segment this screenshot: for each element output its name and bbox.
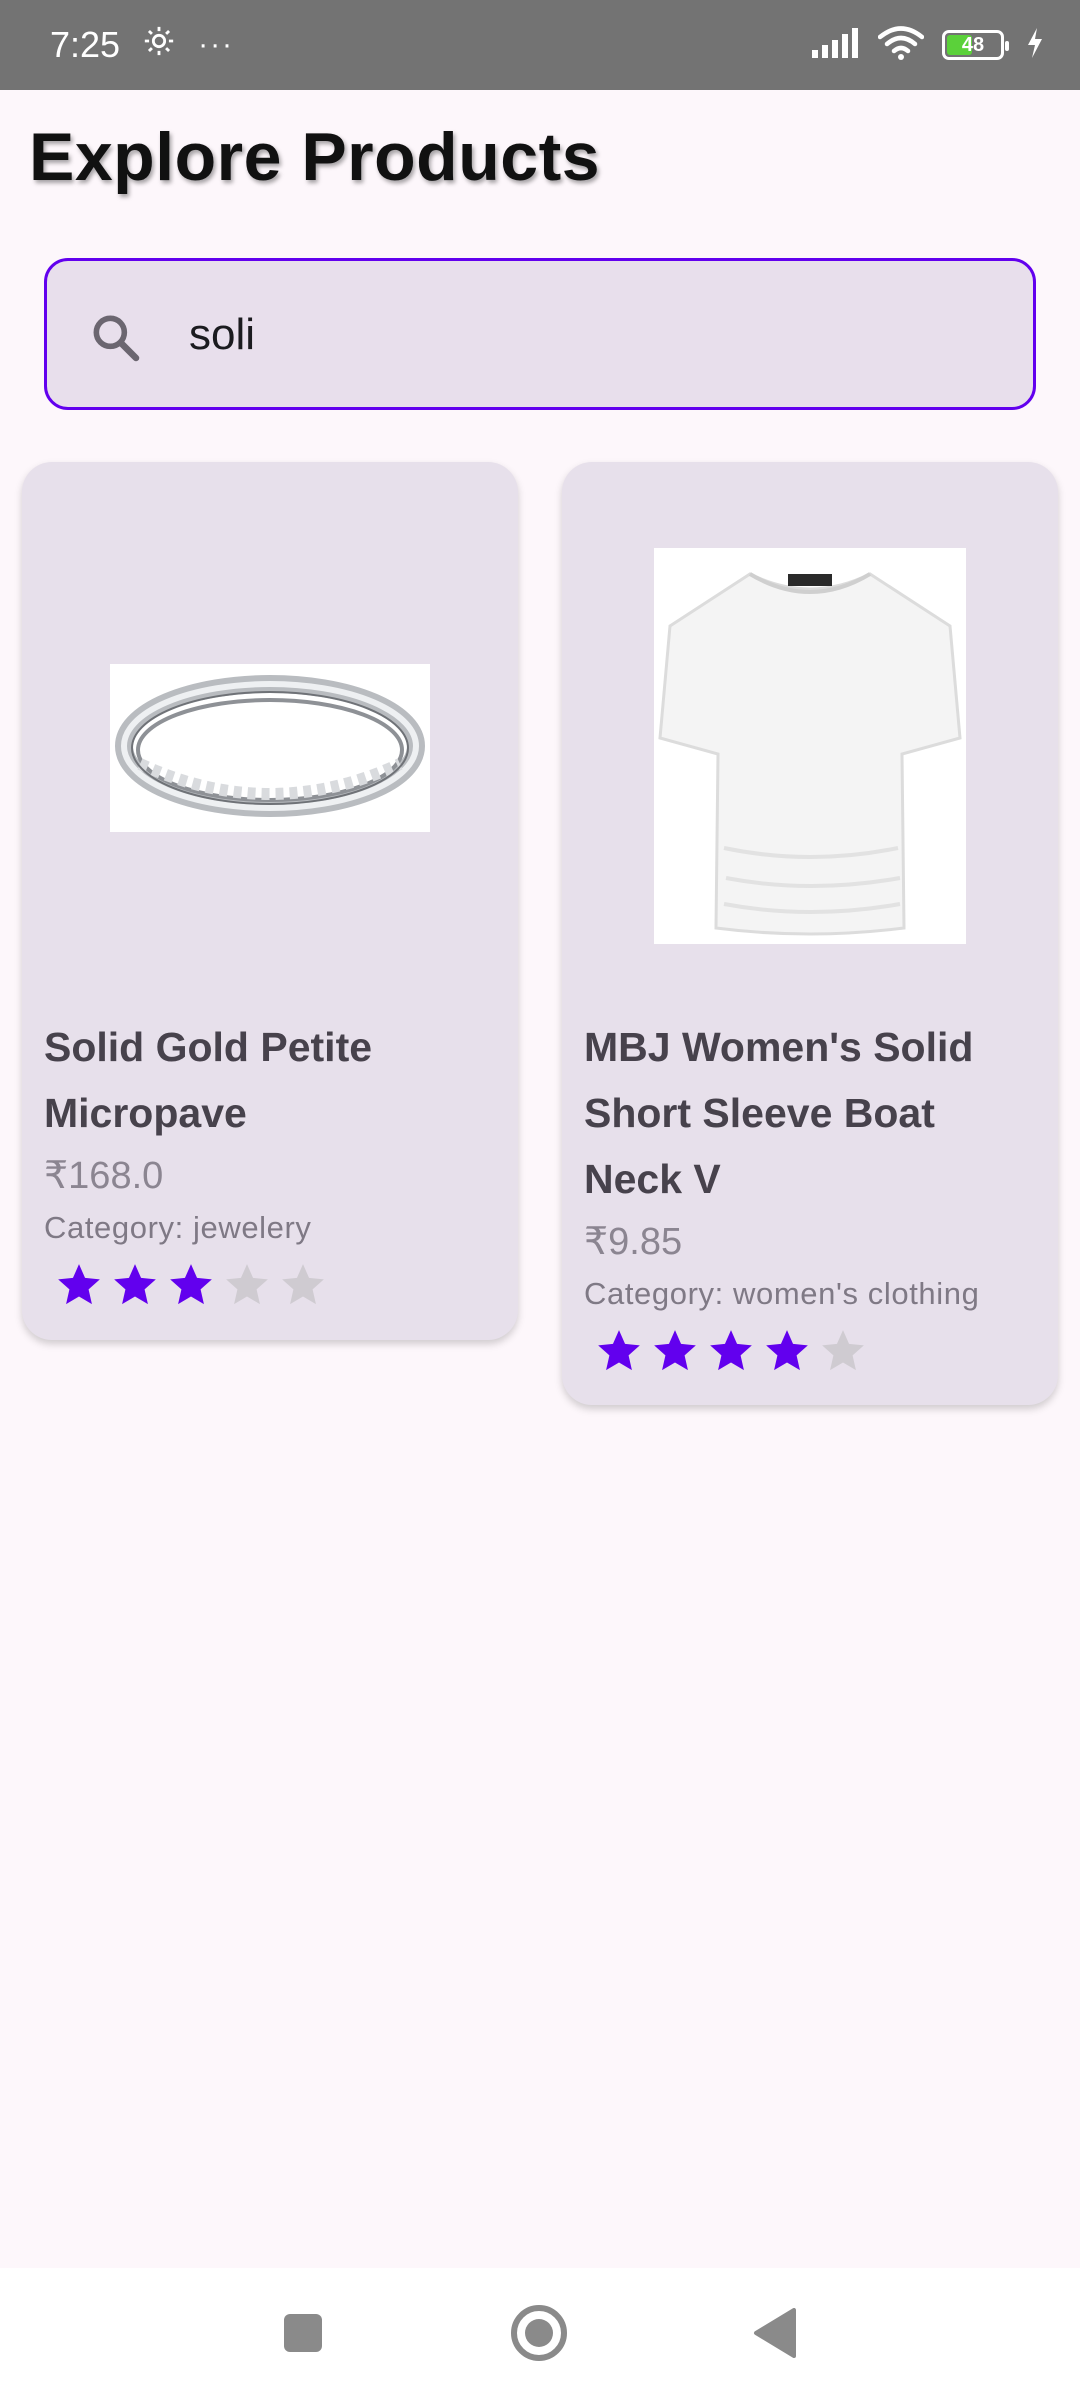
system-nav-bar [0, 2268, 1080, 2400]
battery-icon: 48 [942, 30, 1009, 60]
star-rating [54, 1260, 504, 1310]
signal-icon [812, 27, 860, 63]
wifi-icon [877, 25, 925, 65]
star-empty-icon [822, 1330, 864, 1371]
battery-level: 48 [961, 33, 985, 56]
search-input[interactable] [189, 289, 989, 381]
star-rating [594, 1326, 1044, 1376]
product-title: MBJ Women's Solid Short Sleeve Boat Neck… [584, 1024, 974, 1202]
product-category: Category: women's clothing [584, 1276, 980, 1311]
status-bar: 7:25 ··· 48 [0, 0, 1080, 90]
star-filled-icon [766, 1330, 808, 1371]
star-empty-icon [282, 1264, 324, 1305]
search-icon [87, 309, 143, 365]
star-filled-icon [170, 1264, 212, 1305]
product-card[interactable]: MBJ Women's Solid Short Sleeve Boat Neck… [562, 462, 1058, 1405]
product-title: Solid Gold Petite Micropave [44, 1024, 373, 1136]
square-icon[interactable] [282, 2312, 324, 2359]
status-time: 7:25 [50, 24, 121, 65]
shirt-image [654, 548, 966, 944]
ring-image [110, 664, 430, 832]
star-filled-icon [710, 1330, 752, 1371]
star-empty-icon [226, 1264, 268, 1305]
star-filled-icon [58, 1264, 100, 1305]
page-title: Explore Products [29, 119, 601, 195]
triangle-back-icon[interactable] [752, 2308, 796, 2363]
settings-gear-icon [142, 24, 176, 67]
more-notifications-icon: ··· [198, 28, 235, 61]
charging-bolt-icon [1026, 27, 1044, 63]
search-field[interactable] [44, 258, 1036, 410]
product-price: ₹168.0 [44, 1155, 164, 1197]
star-filled-icon [654, 1330, 696, 1371]
star-filled-icon [114, 1264, 156, 1305]
product-price: ₹9.85 [584, 1221, 683, 1263]
circle-icon[interactable] [510, 2304, 568, 2367]
product-category: Category: jewelery [44, 1210, 312, 1245]
star-filled-icon [598, 1330, 640, 1371]
product-card[interactable]: Solid Gold Petite Micropave ₹168.0 Categ… [22, 462, 518, 1340]
